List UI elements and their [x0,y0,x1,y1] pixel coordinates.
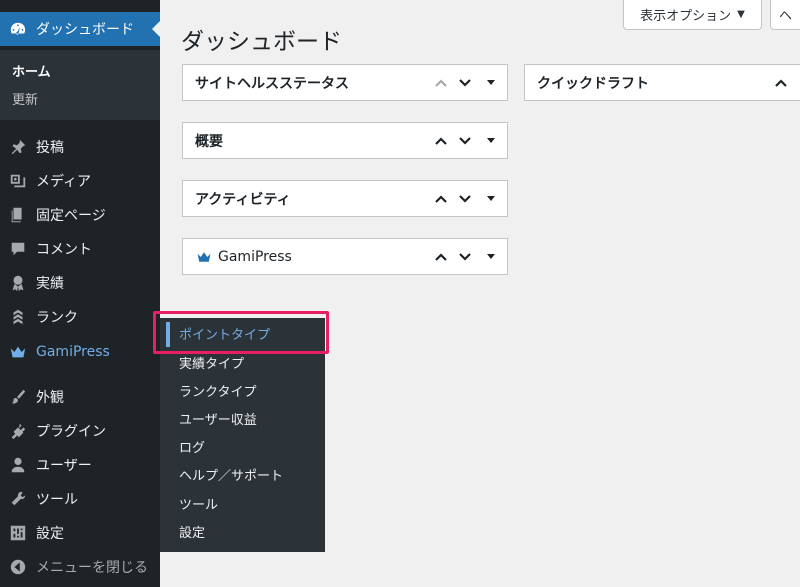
flyout-item-settings[interactable]: 設定 [179,522,205,541]
menu-appearance[interactable]: 外観 [0,380,160,414]
media-icon [0,172,36,190]
flyout-item-rank-types[interactable]: ランクタイプ [179,381,256,400]
pin-icon [0,138,36,156]
menu-comments-label: コメント [36,242,92,258]
menu-media[interactable]: メディア [0,164,160,198]
chevron-down-icon[interactable] [457,133,473,149]
widget-overview-title: 概要 [195,133,223,150]
dashboard-submenu: ホーム 更新 [0,50,160,120]
menu-pages[interactable]: 固定ページ [0,198,160,232]
flyout-item-logs[interactable]: ログ [179,437,205,456]
chevron-down-icon[interactable] [457,191,473,207]
menu-users-label: ユーザー [36,458,92,474]
help-tab-button[interactable]: ヘ [770,0,800,30]
help-tab-label: ヘ [779,9,793,24]
menu-dashboard-label: ダッシュボード [36,22,134,38]
crown-icon [197,251,211,262]
comment-icon [0,240,36,258]
menu-collapse-label: メニューを閉じる [36,560,148,576]
menu-comments[interactable]: コメント [0,232,160,266]
menu-users[interactable]: ユーザー [0,448,160,482]
menu-settings-label: 設定 [36,526,64,542]
flyout-item-achievement-types[interactable]: 実績タイプ [179,353,244,372]
menu-ranks-label: ランク [36,310,78,326]
toggle-panel-icon[interactable] [487,80,495,85]
widget-activity: アクティビティ [182,180,508,217]
flyout-item-help-support[interactable]: ヘルプ／サポート [179,465,283,484]
widget-gamipress-title: GamiPress [218,248,292,265]
dashboard-gauge-icon [0,20,36,38]
current-menu-arrow [152,21,160,37]
chevron-up-icon[interactable] [433,133,449,149]
user-icon [0,456,36,474]
caret-down-icon: ▼ [737,9,745,20]
menu-tools-label: ツール [36,492,78,508]
wrench-icon [0,490,36,508]
toggle-panel-icon[interactable] [487,254,495,259]
toggle-panel-icon[interactable] [487,196,495,201]
menu-collapse[interactable]: メニューを閉じる [0,550,160,584]
screen-options-button[interactable]: 表示オプション ▼ [623,0,762,30]
pages-icon [0,206,36,224]
widget-gamipress-heading: GamiPress [183,249,433,265]
menu-plugins-label: プラグイン [36,424,106,440]
menu-gamipress-label: GamiPress [36,344,110,360]
menu-achievements[interactable]: 実績 [0,266,160,300]
annotation-highlight-box [153,311,329,354]
menu-plugins[interactable]: プラグイン [0,414,160,448]
widget-gamipress: GamiPress [182,238,508,275]
settings-sliders-icon [0,524,36,542]
paintbrush-icon [0,388,36,406]
rank-chevron-icon [0,308,36,326]
flyout-item-user-earnings[interactable]: ユーザー収益 [179,409,257,428]
admin-sidebar: ダッシュボード ホーム 更新 投稿 メディア 固定ページ コメント 実績 ランク… [0,0,160,587]
submenu-updates[interactable]: 更新 [12,89,38,108]
chevron-up-icon[interactable] [433,249,449,265]
menu-dashboard[interactable]: ダッシュボード [0,12,160,46]
page-title: ダッシュボード [181,29,342,55]
crown-icon [0,343,36,361]
menu-media-label: メディア [36,174,92,190]
collapse-arrow-icon [0,558,36,576]
widget-overview: 概要 [182,122,508,159]
chevron-down-icon[interactable] [457,75,473,91]
chevron-up-icon[interactable] [433,75,449,91]
menu-posts[interactable]: 投稿 [0,130,160,164]
screen-options-label: 表示オプション [640,9,732,24]
widget-activity-title: アクティビティ [195,191,291,208]
menu-pages-label: 固定ページ [36,208,106,224]
award-icon [0,274,36,292]
plugin-icon [0,422,36,440]
menu-posts-label: 投稿 [36,140,64,156]
menu-ranks[interactable]: ランク [0,300,160,334]
menu-settings[interactable]: 設定 [0,516,160,550]
menu-gamipress[interactable]: GamiPress [0,335,160,369]
menu-achievements-label: 実績 [36,276,64,292]
widget-quick-draft: クイックドラフト [524,64,800,101]
chevron-up-icon[interactable] [433,191,449,207]
toggle-panel-icon[interactable] [487,138,495,143]
menu-tools[interactable]: ツール [0,482,160,516]
widget-site-health-title: サイトヘルスステータス [195,75,349,92]
submenu-home[interactable]: ホーム [12,61,51,80]
flyout-item-tools[interactable]: ツール [179,494,218,513]
widget-quick-draft-title: クイックドラフト [537,75,649,92]
chevron-down-icon[interactable] [457,249,473,265]
widget-site-health: サイトヘルスステータス [182,64,508,101]
chevron-up-icon[interactable] [773,75,789,91]
menu-appearance-label: 外観 [36,390,64,406]
